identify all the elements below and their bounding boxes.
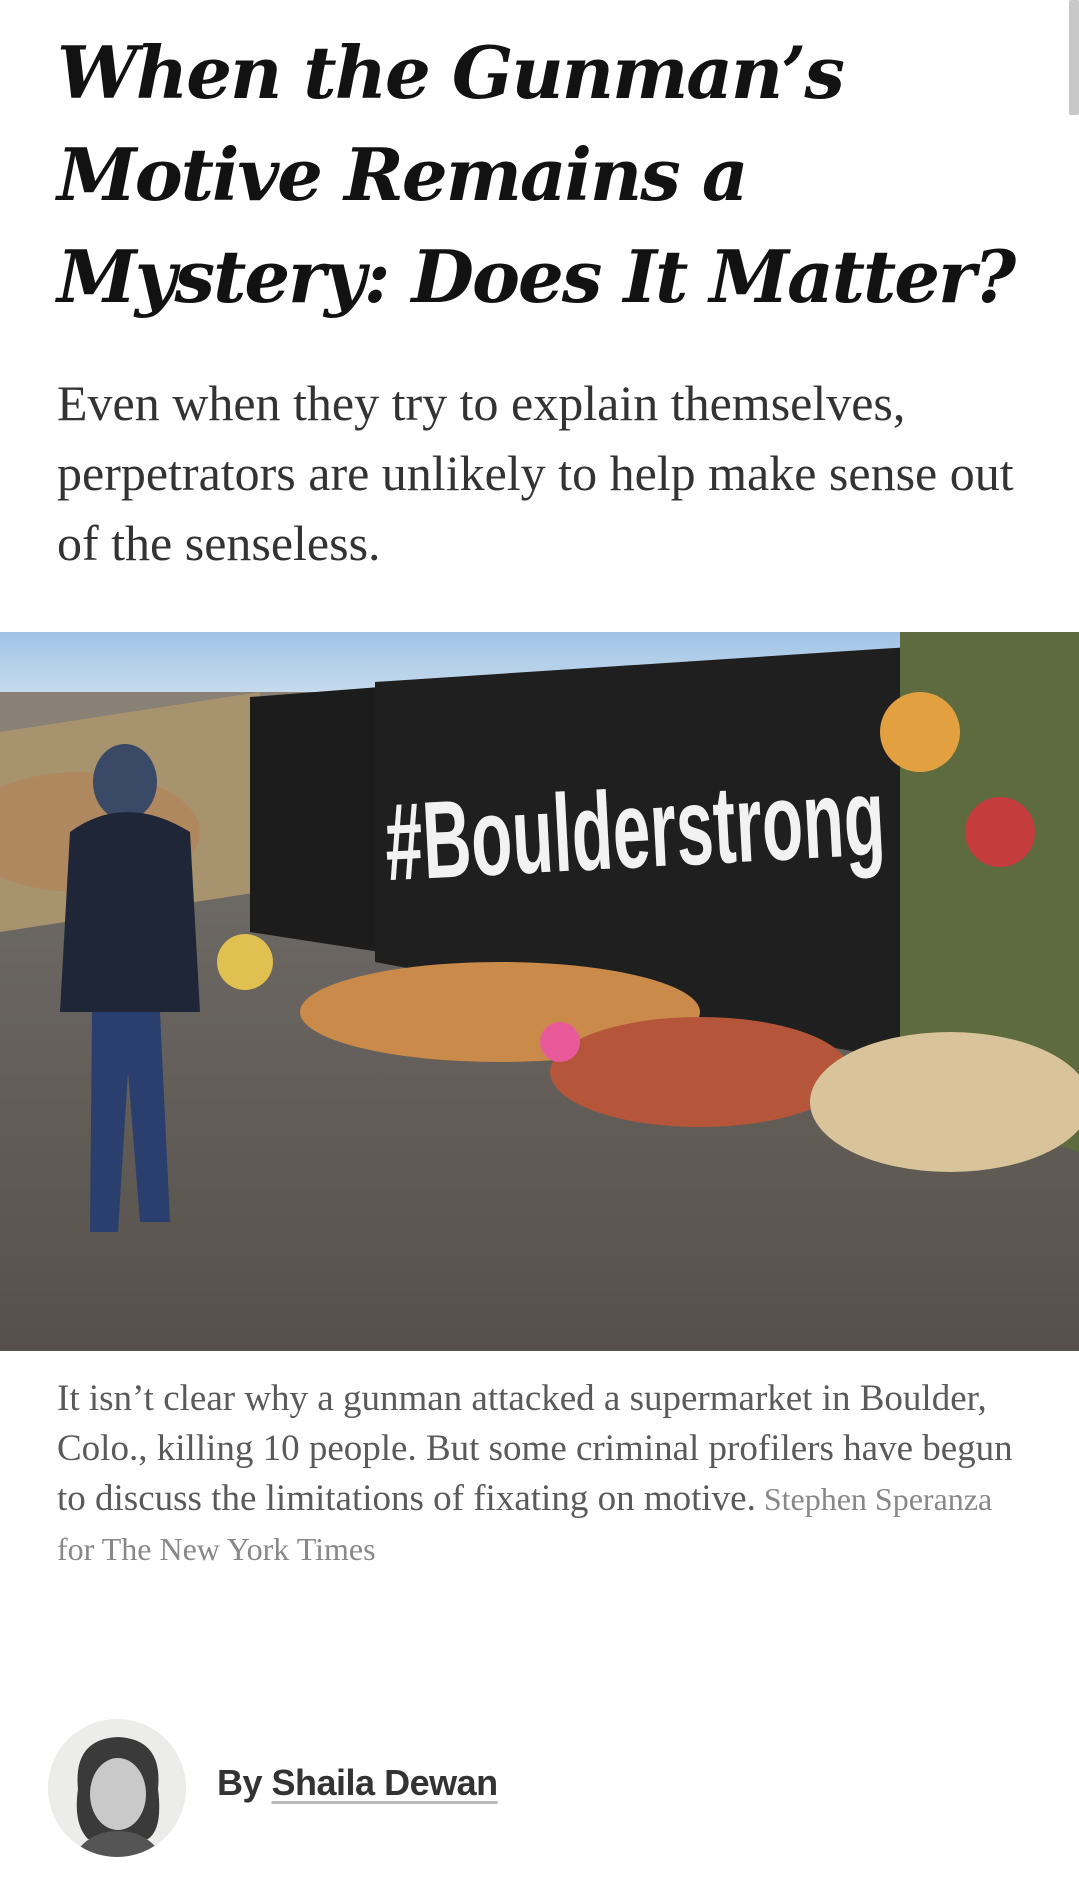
byline: By Shaila Dewan xyxy=(217,1762,498,1804)
banner-text: #Boulderstrong xyxy=(382,755,888,904)
scrollbar[interactable] xyxy=(1069,0,1079,115)
headline: When the Gunman’s Motive Remains a Myste… xyxy=(57,30,1016,319)
author-link[interactable]: Shaila Dewan xyxy=(272,1762,499,1803)
lead-photo: #Boulderstrong xyxy=(0,632,1079,1351)
article-summary: Even when they try to explain themselves… xyxy=(57,375,1014,571)
photo-caption: It isn’t clear why a gunman attacked a s… xyxy=(57,1374,1017,1574)
author-avatar[interactable] xyxy=(48,1719,186,1857)
byline-prefix: By xyxy=(217,1762,272,1803)
author-portrait-icon xyxy=(48,1719,186,1857)
